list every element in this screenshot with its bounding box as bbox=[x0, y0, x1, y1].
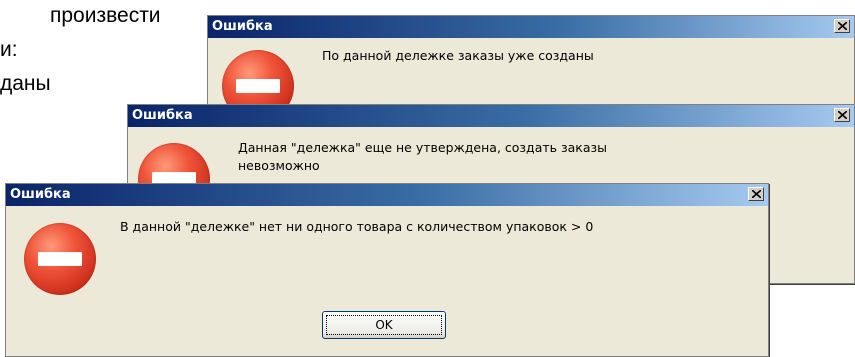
ok-button[interactable]: OK bbox=[322, 311, 446, 339]
dialog-title: Ошибка bbox=[10, 187, 71, 202]
ok-button-label: OK bbox=[375, 318, 393, 332]
title-bar[interactable]: Ошибка bbox=[208, 16, 854, 38]
background-text-line-3: даны bbox=[0, 72, 51, 95]
background-text-line-1: произвести bbox=[50, 4, 161, 27]
dialog-title: Ошибка bbox=[212, 19, 273, 34]
stop-error-icon bbox=[24, 223, 96, 295]
close-button[interactable] bbox=[834, 19, 850, 33]
title-bar[interactable]: Ошибка bbox=[6, 184, 768, 206]
background-text-line-2: и: bbox=[0, 38, 18, 61]
error-message-line-1: Данная "дележка" еще не утверждена, созд… bbox=[238, 140, 608, 155]
close-x-icon bbox=[752, 190, 761, 198]
close-x-icon bbox=[838, 111, 847, 119]
close-button[interactable] bbox=[834, 108, 850, 122]
close-button[interactable] bbox=[748, 187, 764, 201]
error-message: По данной дележке заказы уже созданы bbox=[322, 48, 594, 63]
close-x-icon bbox=[838, 22, 847, 30]
title-bar[interactable]: Ошибка bbox=[128, 105, 854, 127]
error-message: В данной "дележке" нет ни одного товара … bbox=[120, 219, 594, 234]
error-dialog-3: Ошибка В данной "дележке" нет ни одного … bbox=[5, 183, 769, 357]
error-message-line-2: невозможно bbox=[238, 158, 320, 173]
dialog-title: Ошибка bbox=[132, 108, 193, 123]
